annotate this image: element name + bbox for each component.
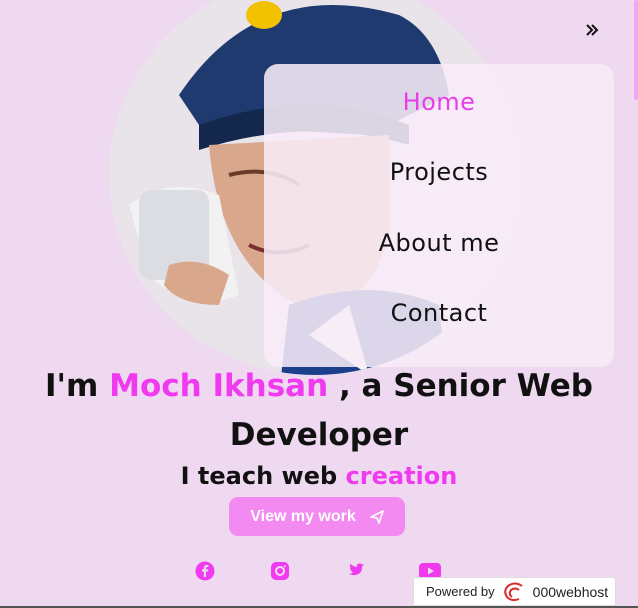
- nav-item-home[interactable]: Home: [403, 86, 476, 156]
- view-my-work-button[interactable]: View my work: [229, 497, 405, 536]
- nav-item-projects[interactable]: Projects: [390, 156, 489, 226]
- menu-toggle-button[interactable]: [578, 16, 606, 44]
- twitter-icon[interactable]: [344, 560, 366, 582]
- powered-by-badge[interactable]: Powered by 000webhost: [413, 577, 616, 606]
- send-icon: [369, 509, 384, 524]
- scrollbar-thumb[interactable]: [634, 0, 638, 100]
- subline-accent: creation: [345, 462, 458, 490]
- brand-label: 000webhost: [532, 583, 609, 600]
- instagram-icon[interactable]: [269, 560, 291, 582]
- subline-prefix: I teach web: [180, 462, 346, 490]
- chevron-double-right-icon: [586, 24, 599, 36]
- nav-item-contact[interactable]: Contact: [391, 297, 488, 367]
- powered-by-label: Powered by: [426, 584, 495, 599]
- nav-menu: Home Projects About me Contact: [264, 64, 614, 367]
- hero-name: Moch Ikhsan: [109, 368, 329, 404]
- 000webhost-logo-icon: [503, 582, 523, 601]
- hero-subheadline: I teach web creation: [0, 462, 638, 490]
- hero-headline: I'm Moch Ikhsan , a Senior Web Developer: [0, 362, 638, 460]
- cta-label: View my work: [250, 507, 356, 525]
- nav-item-about-me[interactable]: About me: [379, 227, 500, 297]
- headline-prefix: I'm: [45, 368, 110, 404]
- facebook-icon[interactable]: [194, 560, 216, 582]
